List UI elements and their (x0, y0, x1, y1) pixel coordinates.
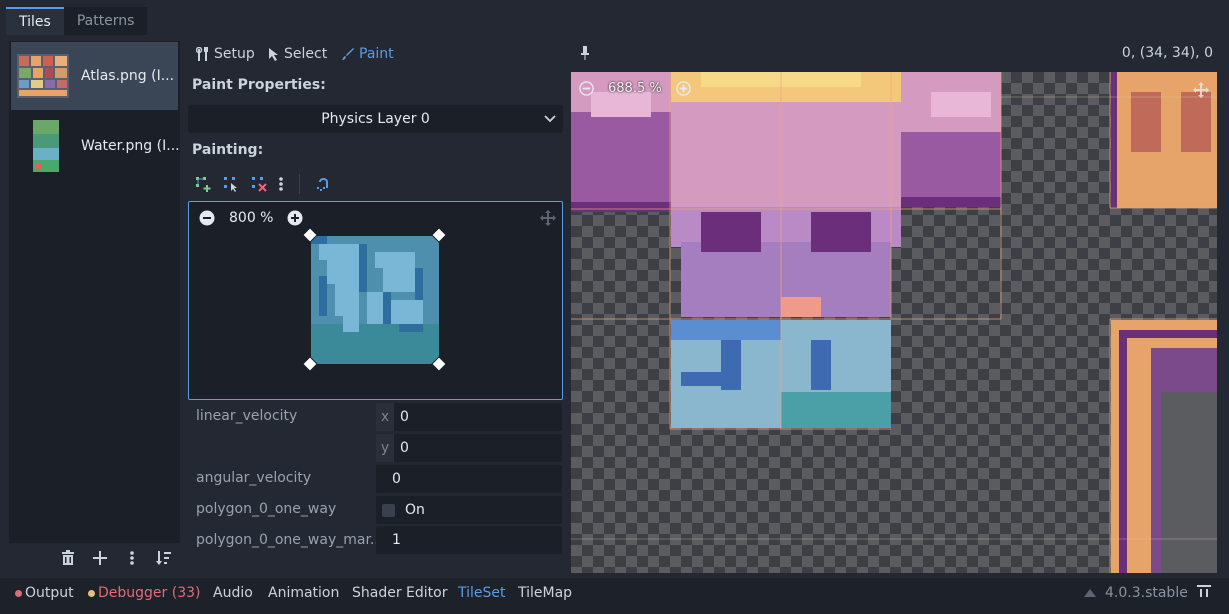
atlas-viewport[interactable]: 688.5 % (571, 72, 1217, 573)
select-button[interactable]: Select (268, 44, 327, 64)
zoom-out-icon[interactable] (579, 81, 594, 96)
source-list-toolbar (58, 548, 173, 567)
add-icon[interactable] (90, 548, 109, 567)
more-icon[interactable] (122, 548, 141, 567)
tab-tiles[interactable]: Tiles (6, 7, 64, 35)
tab-bar: Tiles Patterns (6, 7, 148, 35)
x-axis-label: x (376, 403, 394, 431)
tile-coordinates: 0, (34, 34), 0 (1121, 45, 1213, 61)
atlas-canvas (571, 72, 1217, 573)
checkbox-box (382, 503, 395, 517)
angular-velocity-value: 0 (392, 471, 401, 487)
warning-dot-icon (88, 589, 95, 597)
one-way-margin-field[interactable]: 1 (376, 526, 562, 554)
tab-debugger[interactable]: Debugger (33) (88, 583, 200, 603)
water-thumbnail (15, 118, 71, 174)
paint-properties-heading: Paint Properties: (192, 77, 326, 93)
source-label-water: Water.png (I... (81, 138, 180, 154)
paint-button[interactable]: Paint (341, 44, 394, 64)
select-label: Select (284, 46, 328, 62)
tab-audio[interactable]: Audio (213, 583, 253, 603)
one-way-label: polygon_0_one_way (196, 501, 337, 517)
edit-polygon-icon[interactable] (223, 176, 239, 192)
sort-icon[interactable] (154, 548, 173, 567)
source-item-atlas[interactable]: Atlas.png (I... (11, 42, 178, 110)
polygon-tools (195, 174, 332, 194)
version-info[interactable]: 4.0.3.stable (1083, 583, 1188, 603)
output-label: Output (25, 585, 74, 601)
tab-tilemap[interactable]: TileMap (518, 583, 572, 603)
tab-shader-editor[interactable]: Shader Editor (352, 583, 447, 603)
angular-velocity-field[interactable]: 0 (376, 465, 562, 493)
more-options-icon[interactable] (279, 176, 283, 192)
source-item-water[interactable]: Water.png (I... (11, 112, 180, 180)
godot-icon (1084, 589, 1096, 597)
paint-property-select[interactable]: Physics Layer 0 (188, 105, 563, 133)
painting-heading: Painting: (192, 142, 264, 158)
snap-icon[interactable] (316, 176, 332, 192)
tab-patterns[interactable]: Patterns (63, 7, 148, 35)
dock-toggle-icon[interactable] (1197, 585, 1211, 597)
viewport-zoom-level[interactable]: 688.5 % (602, 81, 668, 96)
tools-icon (196, 47, 208, 61)
linear-velocity-y-value: 0 (400, 440, 409, 456)
polygon-outline[interactable] (189, 202, 562, 399)
tab-animation[interactable]: Animation (268, 583, 339, 603)
one-way-checkbox[interactable]: On (376, 496, 562, 524)
paint-property-value: Physics Layer 0 (321, 111, 430, 127)
angular-velocity-label: angular_velocity (196, 470, 312, 486)
cursor-icon (269, 48, 278, 61)
tile-source-list: Atlas.png (I... Water.png (I... (9, 41, 180, 543)
version-label: 4.0.3.stable (1105, 585, 1188, 601)
atlas-thumbnail (15, 48, 71, 104)
one-way-margin-label: polygon_0_one_way_mar... (196, 532, 384, 548)
error-dot-icon (15, 589, 22, 597)
linear-velocity-x-value: 0 (400, 409, 409, 425)
delete-polygon-icon[interactable] (251, 176, 267, 192)
tab-tileset[interactable]: TileSet (458, 583, 506, 603)
trash-icon[interactable] (58, 548, 77, 567)
tab-output[interactable]: Output (15, 583, 74, 603)
tool-separator (299, 174, 300, 194)
one-way-value: On (405, 502, 425, 518)
pan-icon[interactable] (1193, 82, 1209, 98)
viewport-zoom-controls: 688.5 % (579, 81, 691, 96)
debugger-label: Debugger (33) (98, 585, 201, 601)
linear-velocity-x-field[interactable]: x 0 (376, 403, 562, 431)
polygon-editor[interactable]: 800 % (188, 201, 563, 400)
linear-velocity-label: linear_velocity (196, 408, 298, 424)
pin-icon[interactable] (580, 45, 590, 61)
paint-label: Paint (359, 46, 394, 62)
brush-icon (342, 48, 354, 60)
source-label-atlas: Atlas.png (I... (81, 68, 175, 84)
y-axis-label: y (376, 434, 394, 462)
setup-button[interactable]: Setup (196, 44, 255, 64)
one-way-margin-value: 1 (392, 532, 401, 548)
zoom-in-icon[interactable] (675, 81, 691, 96)
add-polygon-icon[interactable] (195, 176, 211, 192)
setup-label: Setup (214, 46, 255, 62)
linear-velocity-y-field[interactable]: y 0 (376, 434, 562, 462)
chevron-down-icon (544, 115, 556, 123)
